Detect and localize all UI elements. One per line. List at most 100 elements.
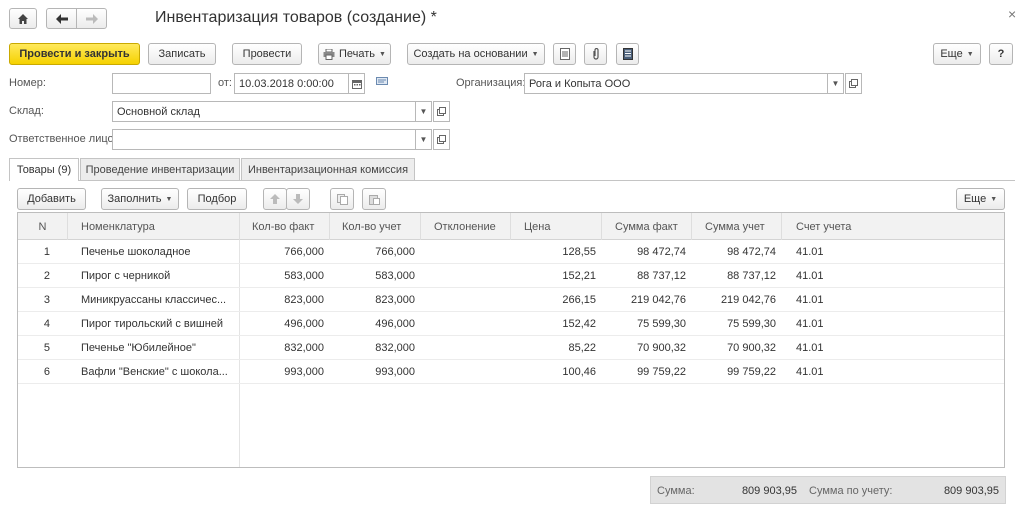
sum-fact-cell[interactable]: 99 759,22	[602, 360, 692, 384]
sum-fact-cell[interactable]: 98 472,74	[602, 240, 692, 264]
organization-open-button[interactable]	[845, 73, 862, 94]
help-button[interactable]: ?	[989, 43, 1013, 65]
sum-accounting-cell[interactable]: 88 737,12	[692, 264, 782, 288]
sum-fact-cell[interactable]: 75 599,30	[602, 312, 692, 336]
qty-fact-cell[interactable]: 832,000	[240, 336, 330, 360]
qty-accounting-cell[interactable]: 823,000	[330, 288, 421, 312]
print-button[interactable]: Печать ▼	[318, 43, 391, 65]
save-button[interactable]: Записать	[148, 43, 216, 65]
copy-button[interactable]	[330, 188, 354, 210]
deviation-cell[interactable]	[421, 264, 511, 288]
document-button[interactable]	[553, 43, 576, 65]
column-header-qty-fact[interactable]: Кол-во факт	[240, 213, 330, 240]
sum-accounting-cell[interactable]: 99 759,22	[692, 360, 782, 384]
account-cell[interactable]: 41.01	[782, 312, 982, 336]
table-row[interactable]: 2 Пирог с черникой 583,000 583,000 152,21 88 …	[18, 264, 1004, 288]
account-cell[interactable]: 41.01	[782, 288, 982, 312]
deviation-cell[interactable]	[421, 360, 511, 384]
nomenclature-cell[interactable]: Пирог тирольский с вишней	[68, 312, 240, 336]
column-header-price[interactable]: Цена	[511, 213, 602, 240]
row-number-cell[interactable]: 1	[18, 240, 56, 264]
nomenclature-cell[interactable]: Пирог с черникой	[68, 264, 240, 288]
qty-fact-cell[interactable]: 496,000	[240, 312, 330, 336]
price-cell[interactable]: 266,15	[511, 288, 602, 312]
row-number-cell[interactable]: 5	[18, 336, 56, 360]
deviation-cell[interactable]	[421, 240, 511, 264]
back-button[interactable]	[46, 8, 77, 29]
column-header-account[interactable]: Счет учета	[782, 213, 1004, 240]
account-cell[interactable]: 41.01	[782, 360, 982, 384]
qty-fact-cell[interactable]: 823,000	[240, 288, 330, 312]
column-header-nomenclature[interactable]: Номенклатура	[68, 213, 240, 240]
qty-fact-cell[interactable]: 766,000	[240, 240, 330, 264]
sum-fact-cell[interactable]: 219 042,76	[602, 288, 692, 312]
warehouse-field[interactable]: Основной склад	[112, 101, 416, 122]
sum-accounting-cell[interactable]: 98 472,74	[692, 240, 782, 264]
post-and-close-button[interactable]: Провести и закрыть	[9, 43, 140, 65]
column-header-sum-accounting[interactable]: Сумма учет	[692, 213, 782, 240]
deviation-cell[interactable]	[421, 288, 511, 312]
nomenclature-cell[interactable]: Миникруассаны классичес...	[68, 288, 240, 312]
qty-accounting-cell[interactable]: 832,000	[330, 336, 421, 360]
sum-fact-cell[interactable]: 70 900,32	[602, 336, 692, 360]
responsible-dropdown[interactable]: ▼	[415, 129, 432, 150]
warehouse-dropdown[interactable]: ▼	[415, 101, 432, 122]
qty-fact-cell[interactable]: 993,000	[240, 360, 330, 384]
tab-inventory-posting[interactable]: Проведение инвентаризации	[80, 158, 240, 180]
date-field[interactable]: 10.03.2018 0:00:00	[234, 73, 349, 94]
organization-dropdown[interactable]: ▼	[827, 73, 844, 94]
column-header-sum-fact[interactable]: Сумма факт	[602, 213, 692, 240]
warehouse-open-button[interactable]	[433, 101, 450, 122]
qty-fact-cell[interactable]: 583,000	[240, 264, 330, 288]
price-cell[interactable]: 85,22	[511, 336, 602, 360]
add-button[interactable]: Добавить	[17, 188, 86, 210]
account-cell[interactable]: 41.01	[782, 240, 982, 264]
tab-goods[interactable]: Товары (9)	[9, 158, 79, 181]
nomenclature-cell[interactable]: Вафли "Венские" с шокола...	[68, 360, 240, 384]
responsible-open-button[interactable]	[433, 129, 450, 150]
price-cell[interactable]: 128,55	[511, 240, 602, 264]
organization-field[interactable]: Рога и Копыта ООО	[524, 73, 828, 94]
responsible-field[interactable]	[112, 129, 416, 150]
account-cell[interactable]: 41.01	[782, 336, 982, 360]
goods-table[interactable]: N Номенклатура Кол-во факт Кол-во учет О…	[17, 212, 1005, 468]
report-button[interactable]	[616, 43, 639, 65]
qty-accounting-cell[interactable]: 766,000	[330, 240, 421, 264]
tab-inventory-commission[interactable]: Инвентаризационная комиссия	[241, 158, 415, 180]
row-number-cell[interactable]: 3	[18, 288, 56, 312]
table-row[interactable]: 6 Вафли "Венские" с шокола... 993,000 993,0…	[18, 360, 1004, 384]
column-header-deviation[interactable]: Отклонение	[421, 213, 511, 240]
price-cell[interactable]: 152,21	[511, 264, 602, 288]
table-row[interactable]: 4 Пирог тирольский с вишней 496,000 496,000…	[18, 312, 1004, 336]
create-based-on-button[interactable]: Создать на основании ▼	[407, 43, 545, 65]
sum-fact-cell[interactable]: 88 737,12	[602, 264, 692, 288]
paste-button[interactable]	[362, 188, 386, 210]
sum-accounting-cell[interactable]: 219 042,76	[692, 288, 782, 312]
sum-accounting-cell[interactable]: 70 900,32	[692, 336, 782, 360]
forward-button[interactable]	[76, 8, 107, 29]
price-cell[interactable]: 100,46	[511, 360, 602, 384]
move-down-button[interactable]	[286, 188, 310, 210]
comment-icon[interactable]	[376, 77, 388, 90]
home-button[interactable]	[9, 8, 37, 29]
table-row[interactable]: 1 Печенье шоколадное 766,000 766,000 128,55 9…	[18, 240, 1004, 264]
deviation-cell[interactable]	[421, 312, 511, 336]
number-field[interactable]	[112, 73, 211, 94]
nomenclature-cell[interactable]: Печенье шоколадное	[68, 240, 240, 264]
row-number-cell[interactable]: 4	[18, 312, 56, 336]
grid-more-button[interactable]: Еще ▼	[956, 188, 1005, 210]
price-cell[interactable]: 152,42	[511, 312, 602, 336]
calendar-button[interactable]	[348, 73, 365, 94]
close-icon[interactable]: ×	[1008, 6, 1016, 22]
table-row[interactable]: 5 Печенье "Юбилейное" 832,000 832,000 85,22 7…	[18, 336, 1004, 360]
table-row[interactable]: 3 Миникруассаны классичес... 823,000 823,00…	[18, 288, 1004, 312]
account-cell[interactable]: 41.01	[782, 264, 982, 288]
sum-accounting-cell[interactable]: 75 599,30	[692, 312, 782, 336]
select-button[interactable]: Подбор	[187, 188, 247, 210]
fill-button[interactable]: Заполнить ▼	[101, 188, 179, 210]
deviation-cell[interactable]	[421, 336, 511, 360]
row-number-cell[interactable]: 6	[18, 360, 56, 384]
post-button[interactable]: Провести	[232, 43, 302, 65]
attachment-button[interactable]	[584, 43, 607, 65]
qty-accounting-cell[interactable]: 496,000	[330, 312, 421, 336]
